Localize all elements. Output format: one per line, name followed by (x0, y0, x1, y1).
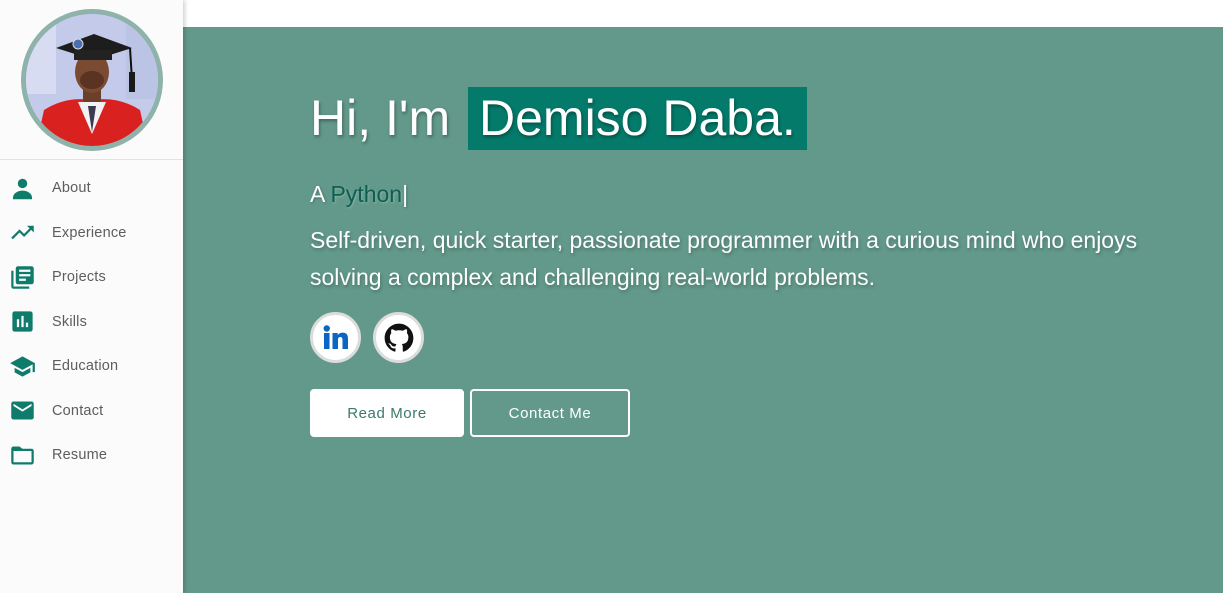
sidebar-item-contact[interactable]: Contact (0, 389, 183, 434)
hero-content: Hi, I'm Demiso Daba. A Python| Self-driv… (310, 85, 1210, 437)
contact-me-button[interactable]: Contact Me (470, 389, 630, 437)
sidebar-item-projects[interactable]: Projects (0, 255, 183, 300)
profile-photo (25, 13, 158, 146)
typed-word: Python (330, 181, 403, 207)
typing-cursor: | (402, 181, 409, 207)
bar-chart-icon (9, 308, 36, 335)
graduation-cap-icon (9, 353, 36, 380)
typed-role: A Python| (310, 181, 1210, 208)
sidebar-item-label: Projects (52, 269, 106, 286)
sidebar-item-resume[interactable]: Resume (0, 433, 183, 478)
mail-icon (9, 397, 36, 424)
name-highlight: Demiso Daba. (468, 87, 807, 150)
github-link[interactable] (373, 312, 424, 363)
sidebar-item-label: Contact (52, 402, 104, 419)
avatar (20, 8, 163, 151)
sidebar-item-label: About (52, 180, 91, 197)
sidebar-item-experience[interactable]: Experience (0, 211, 183, 256)
linkedin-link[interactable] (310, 312, 361, 363)
sidebar-item-label: Experience (52, 224, 127, 241)
top-bar (183, 0, 1223, 27)
sidebar-item-about[interactable]: About (0, 166, 183, 211)
read-more-button[interactable]: Read More (310, 389, 464, 437)
avatar-container (0, 0, 183, 160)
linkedin-icon (323, 324, 348, 349)
sidebar-item-label: Resume (52, 447, 108, 464)
social-links (310, 312, 1210, 363)
sidebar: About Experience Projects Skills Educati… (0, 0, 183, 593)
bio-text: Self-driven, quick starter, passionate p… (310, 227, 1138, 290)
hero-headline: Hi, I'm Demiso Daba. (310, 85, 1210, 151)
library-books-icon (9, 264, 36, 291)
typed-prefix: A (310, 181, 325, 207)
sidebar-item-education[interactable]: Education (0, 344, 183, 389)
person-icon (9, 175, 36, 202)
sidebar-item-label: Skills (52, 313, 88, 330)
sidebar-item-skills[interactable]: Skills (0, 300, 183, 345)
github-icon (384, 323, 413, 352)
hero-buttons: Read More Contact Me (310, 389, 1210, 437)
trending-up-icon (9, 219, 36, 246)
greeting-text: Hi, I'm (310, 90, 451, 146)
sidebar-nav: About Experience Projects Skills Educati… (0, 160, 183, 478)
folder-icon (9, 442, 36, 469)
sidebar-item-label: Education (52, 358, 119, 375)
hero-section: Hi, I'm Demiso Daba. A Python| Self-driv… (183, 27, 1223, 593)
